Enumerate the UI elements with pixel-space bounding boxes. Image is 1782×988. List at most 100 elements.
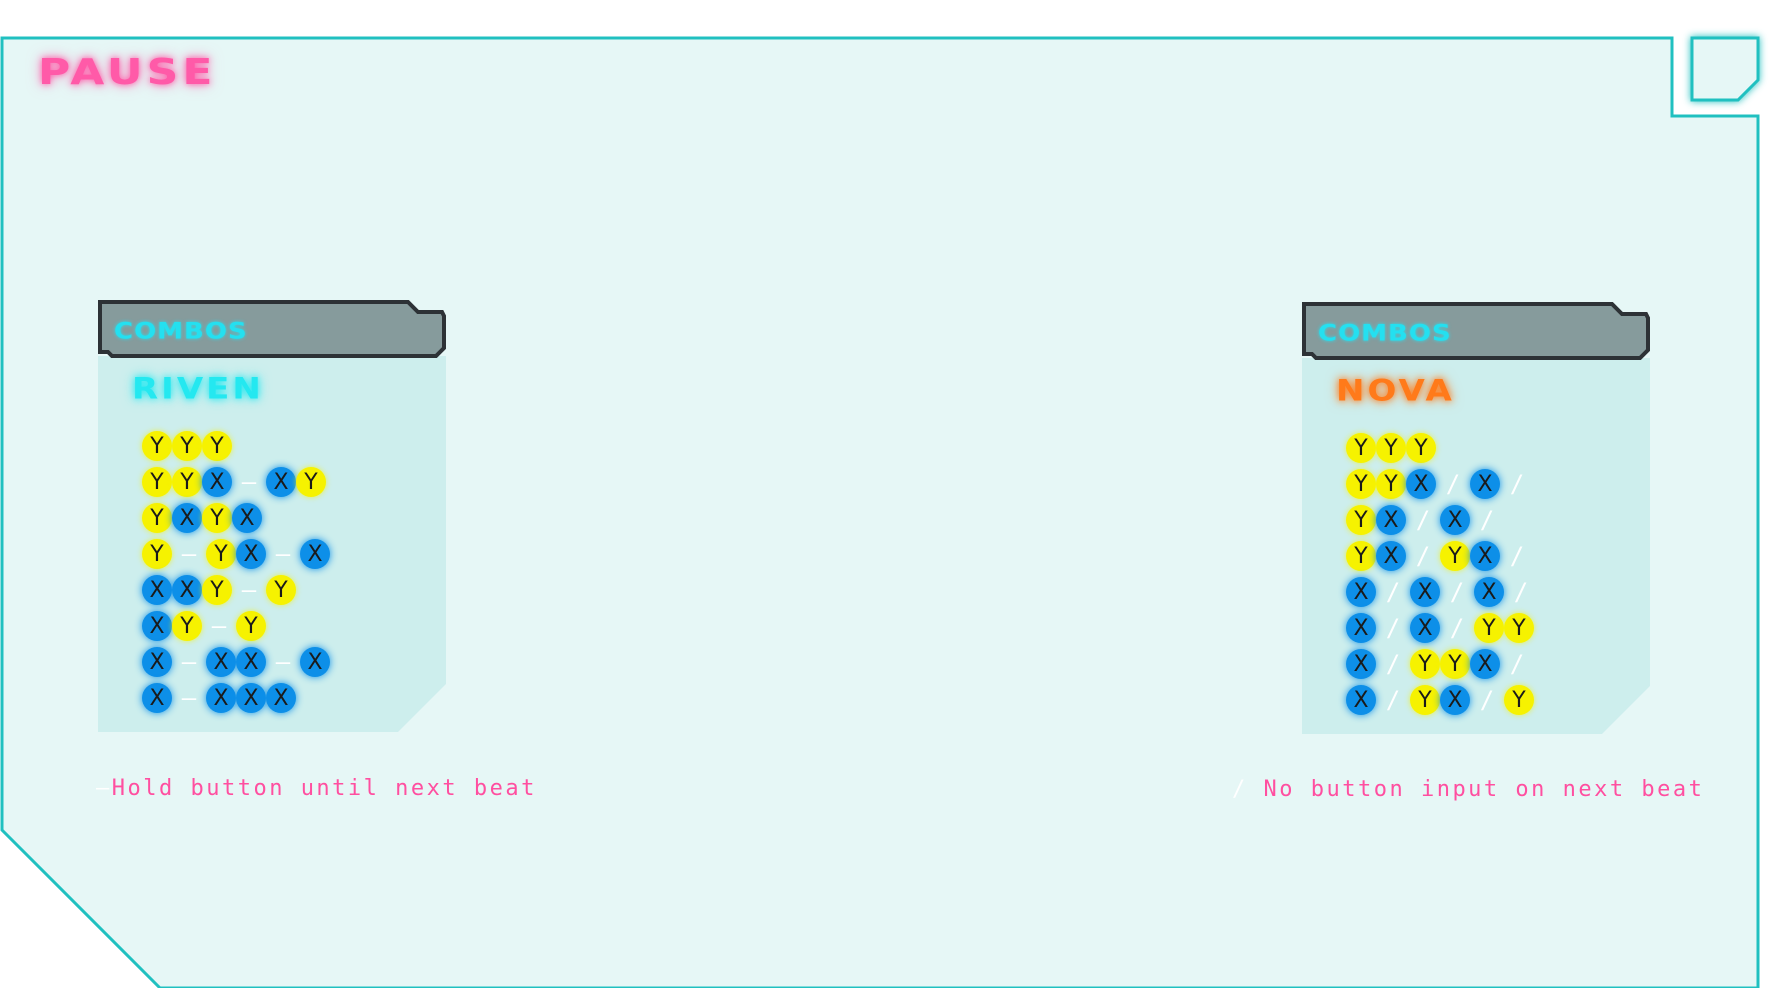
y-button-icon: Y — [1440, 649, 1470, 679]
x-button-icon: X — [206, 683, 236, 713]
hold-symbol: — — [241, 468, 257, 496]
x-button-icon: X — [172, 575, 202, 605]
y-button-icon: Y — [236, 611, 266, 641]
legend-hold: —Hold button until next beat — [96, 776, 537, 801]
pause-title: PAUSE — [38, 52, 217, 93]
y-button-icon: Y — [142, 539, 172, 569]
character-name: NOVA — [1336, 374, 1455, 408]
y-button-icon: Y — [202, 431, 232, 461]
y-button-icon: Y — [1376, 469, 1406, 499]
combo-row: Y X / Y X / — [1346, 538, 1538, 574]
hold-symbol: — — [275, 540, 291, 568]
x-button-icon: X — [1410, 613, 1440, 643]
y-button-icon: Y — [172, 467, 202, 497]
x-button-icon: X — [142, 683, 172, 713]
character-name: RIVEN — [132, 372, 264, 406]
x-button-icon: X — [1406, 469, 1436, 499]
y-button-icon: Y — [1504, 613, 1534, 643]
y-button-icon: Y — [206, 539, 236, 569]
x-button-icon: X — [206, 647, 236, 677]
y-button-icon: Y — [142, 431, 172, 461]
x-button-icon: X — [1470, 469, 1500, 499]
x-button-icon: X — [1470, 541, 1500, 571]
combo-row: Y Y X — X Y — [142, 464, 330, 500]
x-button-icon: X — [266, 467, 296, 497]
combos-panel-nova: COMBOS NOVA Y Y Y Y Y X / X / Y X / X / Y X / Y X / X / X / X / X /… — [1302, 302, 1650, 736]
hold-symbol: — — [211, 612, 227, 640]
legend-text: Hold button until next beat — [111, 776, 537, 801]
x-button-icon: X — [1346, 613, 1376, 643]
x-button-icon: X — [1440, 505, 1470, 535]
y-button-icon: Y — [1440, 541, 1470, 571]
rest-symbol: / — [1449, 614, 1465, 642]
x-button-icon: X — [1376, 541, 1406, 571]
x-button-icon: X — [1470, 649, 1500, 679]
combo-list: Y Y Y Y Y X — X Y Y X Y X Y — Y X — X X X Y — Y X Y — Y X — X X — X X — X X X — [142, 428, 330, 716]
y-button-icon: Y — [266, 575, 296, 605]
legend-text: No button input on next beat — [1263, 777, 1705, 802]
x-button-icon: X — [1346, 685, 1376, 715]
rest-symbol: / — [1385, 578, 1401, 606]
x-button-icon: X — [1410, 577, 1440, 607]
legend-no-input: / No button input on next beat — [1232, 777, 1704, 802]
combo-row: X / X / X / — [1346, 574, 1538, 610]
y-button-icon: Y — [1346, 541, 1376, 571]
x-button-icon: X — [232, 503, 262, 533]
x-button-icon: X — [266, 683, 296, 713]
rest-symbol: / — [1509, 650, 1525, 678]
x-button-icon: X — [300, 647, 330, 677]
y-button-icon: Y — [1406, 433, 1436, 463]
rest-symbol: / — [1509, 542, 1525, 570]
x-button-icon: X — [142, 575, 172, 605]
x-button-icon: X — [1346, 649, 1376, 679]
panel-label: COMBOS — [1318, 321, 1452, 347]
combo-row: X Y — Y — [142, 608, 330, 644]
combo-row: X / Y Y X / — [1346, 646, 1538, 682]
y-button-icon: Y — [1474, 613, 1504, 643]
y-button-icon: Y — [142, 503, 172, 533]
x-button-icon: X — [202, 467, 232, 497]
y-button-icon: Y — [142, 467, 172, 497]
combo-row: X X Y — Y — [142, 572, 330, 608]
hold-symbol: — — [181, 684, 197, 712]
rest-symbol: / — [1513, 578, 1529, 606]
combo-row: YYY — [142, 428, 330, 464]
x-button-icon: X — [300, 539, 330, 569]
rest-symbol: / — [1232, 777, 1248, 802]
close-icon[interactable] — [1690, 36, 1760, 102]
hold-symbol: — — [96, 776, 112, 801]
combo-row: X / X / Y Y — [1346, 610, 1538, 646]
combo-row: Y — Y X — X — [142, 536, 330, 572]
rest-symbol: / — [1449, 578, 1465, 606]
hold-symbol: — — [241, 576, 257, 604]
combo-row: YXYX — [142, 500, 330, 536]
combo-row: X — X X X — [142, 680, 330, 716]
y-button-icon: Y — [1410, 649, 1440, 679]
x-button-icon: X — [1346, 577, 1376, 607]
y-button-icon: Y — [296, 467, 326, 497]
x-button-icon: X — [1474, 577, 1504, 607]
y-button-icon: Y — [1346, 469, 1376, 499]
rest-symbol: / — [1385, 686, 1401, 714]
y-button-icon: Y — [172, 611, 202, 641]
rest-symbol: / — [1385, 650, 1401, 678]
rest-symbol: / — [1509, 470, 1525, 498]
x-button-icon: X — [172, 503, 202, 533]
hold-symbol: — — [275, 648, 291, 676]
rest-symbol: / — [1445, 470, 1461, 498]
combo-row: Y Y X / X / — [1346, 466, 1538, 502]
y-button-icon: Y — [1346, 433, 1376, 463]
x-button-icon: X — [1440, 685, 1470, 715]
hold-symbol: — — [181, 648, 197, 676]
x-button-icon: X — [236, 683, 266, 713]
y-button-icon: Y — [1504, 685, 1534, 715]
y-button-icon: Y — [1376, 433, 1406, 463]
y-button-icon: Y — [1410, 685, 1440, 715]
rest-symbol: / — [1479, 506, 1495, 534]
x-button-icon: X — [236, 647, 266, 677]
y-button-icon: Y — [1346, 505, 1376, 535]
combos-panel-riven: COMBOS RIVEN Y Y Y Y Y X — X Y Y X Y X Y — Y X — X X X Y — Y X Y —… — [98, 300, 446, 734]
panel-label: COMBOS — [114, 319, 248, 345]
x-button-icon: X — [142, 611, 172, 641]
x-button-icon: X — [1376, 505, 1406, 535]
